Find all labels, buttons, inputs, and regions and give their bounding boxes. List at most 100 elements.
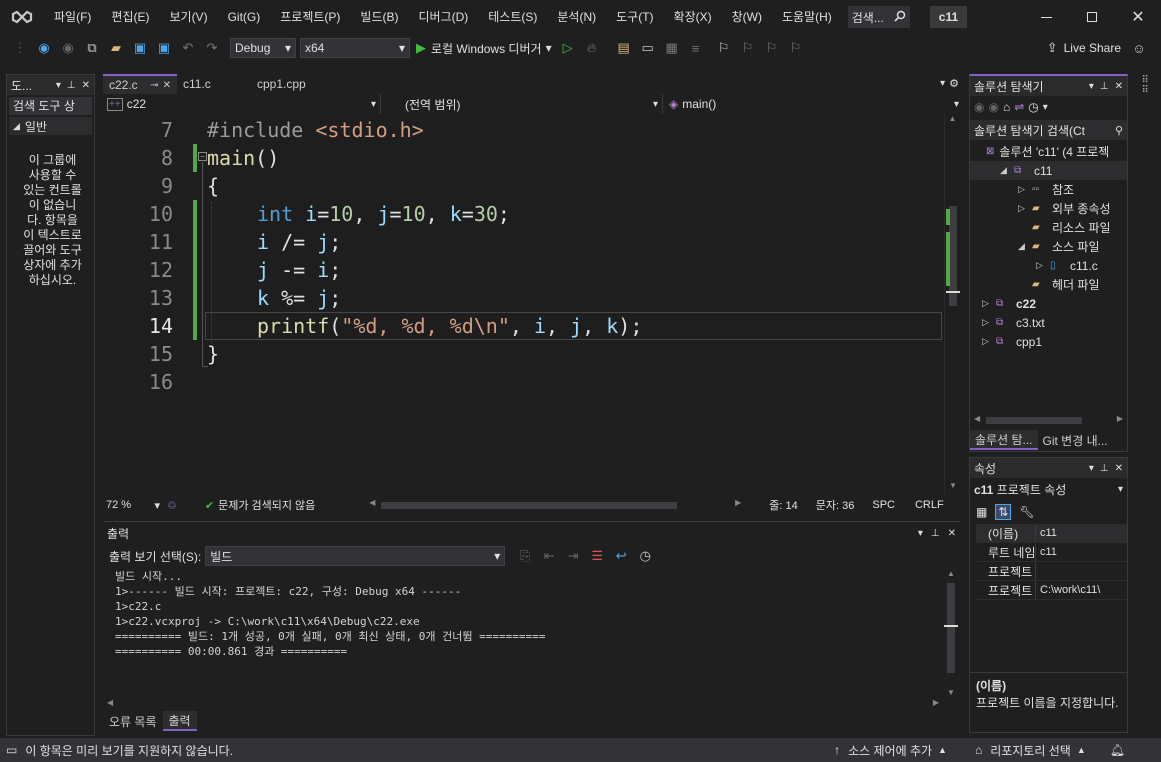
- minimize-icon[interactable]: [1023, 0, 1069, 34]
- close-icon[interactable]: ✕: [1115, 463, 1123, 474]
- expand-icon[interactable]: ◢: [1000, 165, 1014, 176]
- open-folder-icon[interactable]: ▰: [106, 37, 126, 59]
- scroll-left-icon[interactable]: ◀: [369, 498, 375, 507]
- tab-error-list[interactable]: 오류 목록: [103, 711, 163, 731]
- expand-icon[interactable]: ▷: [982, 317, 996, 328]
- tab-output[interactable]: 출력: [162, 711, 197, 731]
- output-vscrollbar[interactable]: ▲ ▼: [944, 569, 958, 697]
- back-icon[interactable]: ◉: [34, 37, 54, 59]
- solution-hscrollbar[interactable]: ◀ ▶: [970, 414, 1127, 426]
- expand-icon[interactable]: ▷: [1018, 203, 1032, 214]
- platform-dropdown[interactable]: x64 ▾: [300, 38, 410, 58]
- issues-status[interactable]: 문제가 검색되지 않음: [218, 497, 315, 513]
- notification-bell-icon[interactable]: 🔔︎: [1110, 743, 1125, 757]
- code-editor[interactable]: 7 8 9 10 11 12 13 14 15 16 − #include <s…: [103, 114, 960, 495]
- search-box[interactable]: 검색...: [847, 6, 910, 28]
- hot-reload-icon[interactable]: 🔥︎: [582, 37, 602, 59]
- copilot-icon[interactable]: ♲: [167, 499, 177, 512]
- scroll-thumb[interactable]: [947, 583, 955, 673]
- tree-item[interactable]: ▷ ⧉ c3.txt: [970, 313, 1127, 332]
- expand-icon[interactable]: ▷: [1036, 260, 1050, 271]
- scroll-right-icon[interactable]: ▶: [735, 498, 741, 507]
- tree-item[interactable]: ▷ ⧉ c22: [970, 294, 1127, 313]
- config-dropdown[interactable]: Debug ▾: [230, 38, 296, 58]
- menu-item[interactable]: 분석(N): [547, 0, 606, 34]
- tab-cpp1[interactable]: cpp1.cpp: [251, 74, 331, 94]
- menu-item[interactable]: 도구(T): [606, 0, 663, 34]
- scope-nav-dropdown[interactable]: (전역 범위) ▾: [381, 94, 663, 114]
- dropdown-icon[interactable]: ▾: [56, 80, 61, 91]
- next-message-icon[interactable]: ⇥: [563, 545, 583, 567]
- menu-item[interactable]: 도움말(H): [772, 0, 842, 34]
- new-item-icon[interactable]: ⧉: [82, 37, 102, 59]
- properties-object-dropdown[interactable]: c11 프로젝트 속성 ▾: [970, 478, 1127, 500]
- close-icon[interactable]: ✕: [1115, 81, 1123, 92]
- menu-item[interactable]: Git(G): [218, 0, 271, 34]
- pin-icon[interactable]: ⊸: [150, 80, 158, 91]
- tree-item[interactable]: ▷ ▰ 외부 종속성: [970, 199, 1127, 218]
- project-nav-dropdown[interactable]: ++ c22 ▾: [103, 94, 381, 114]
- window-layout-icon[interactable]: ▭: [638, 37, 658, 59]
- hscroll-thumb[interactable]: [986, 417, 1082, 424]
- output-hscrollbar[interactable]: ◀ ▶: [107, 698, 939, 710]
- menu-item[interactable]: 창(W): [722, 0, 772, 34]
- tree-item[interactable]: ◢ ▰ 소스 파일: [970, 237, 1127, 256]
- close-window-icon[interactable]: ✕: [1115, 0, 1161, 34]
- member-nav-dropdown[interactable]: ◈ main() ▾: [663, 94, 963, 114]
- chevron-down-icon[interactable]: ▾: [1043, 102, 1048, 113]
- tree-item[interactable]: ▷ ▯ c11.c: [970, 256, 1127, 275]
- output-source-dropdown[interactable]: 빌드 ▾: [205, 546, 506, 566]
- pending-changes-icon[interactable]: ◷: [1028, 100, 1038, 114]
- close-icon[interactable]: ✕: [82, 80, 90, 91]
- bookmark-next-icon[interactable]: ⚐: [762, 37, 782, 59]
- solution-search[interactable]: 솔루션 탐색기 검색(Ct ⚲: [970, 120, 1127, 140]
- tree-item[interactable]: ▰ 헤더 파일: [970, 275, 1127, 294]
- toolbox-search[interactable]: 검색 도구 상: [9, 97, 92, 115]
- timestamp-icon[interactable]: ◷: [635, 545, 655, 567]
- menu-item[interactable]: 프로젝트(P): [270, 0, 350, 34]
- output-text[interactable]: 빌드 시작... 1>------ 빌드 시작: 프로젝트: c22, 구성: …: [115, 569, 935, 659]
- tab-overflow-icon[interactable]: ▾: [940, 74, 945, 94]
- bookmark-clear-icon[interactable]: ⚐: [786, 37, 806, 59]
- pin-icon[interactable]: ⊥: [1100, 463, 1109, 474]
- forward-icon[interactable]: ◉: [58, 37, 78, 59]
- menu-item[interactable]: 빌드(B): [350, 0, 408, 34]
- prev-message-icon[interactable]: ⇤: [539, 545, 559, 567]
- menu-item[interactable]: 확장(X): [664, 0, 722, 34]
- repository-button[interactable]: ⌂ 리포지토리 선택 ▲: [975, 742, 1086, 759]
- run-debugger-button[interactable]: ▶ 로컬 Windows 디버거 ▾: [416, 37, 552, 59]
- undo-icon[interactable]: ↶: [178, 37, 198, 59]
- property-row[interactable]: (이름) c11: [976, 524, 1127, 543]
- property-pages-icon[interactable]: 🔧︎: [1019, 505, 1034, 519]
- settings-icon[interactable]: ⚙: [949, 74, 959, 94]
- forward-icon[interactable]: ◉: [988, 100, 998, 114]
- maximize-icon[interactable]: [1069, 0, 1115, 34]
- switch-views-icon[interactable]: ⇌: [1014, 100, 1024, 114]
- menu-item[interactable]: 편집(E): [101, 0, 159, 34]
- tree-item[interactable]: ▷ ⧉ cpp1: [970, 332, 1127, 351]
- line-ending-indicator[interactable]: CRLF: [915, 499, 944, 511]
- scroll-left-icon[interactable]: ◀: [107, 698, 113, 707]
- tab-c11[interactable]: c11.c: [177, 74, 251, 94]
- alphabetical-icon[interactable]: ⇅: [995, 504, 1012, 520]
- scroll-left-icon[interactable]: ◀: [974, 414, 980, 423]
- feedback-icon[interactable]: ☺: [1129, 37, 1149, 59]
- solution-root[interactable]: ⊠ 솔루션 'c11' (4 프로젝: [970, 142, 1127, 161]
- dropdown-icon[interactable]: ▾: [918, 528, 923, 539]
- home-icon[interactable]: ⌂: [1003, 100, 1010, 114]
- dropdown-icon[interactable]: ▾: [1089, 463, 1094, 474]
- expand-icon[interactable]: ▷: [1018, 184, 1032, 195]
- tree-item[interactable]: ▷ ▫▫ 참조: [970, 180, 1127, 199]
- property-row[interactable]: 루트 네임스 c11: [976, 543, 1127, 562]
- breakpoint-icon[interactable]: ▦: [662, 37, 682, 59]
- tab-c22[interactable]: c22.c ⊸ ✕: [103, 74, 177, 94]
- scroll-down-icon[interactable]: ▼: [944, 688, 958, 697]
- menu-item[interactable]: 디버그(D): [408, 0, 478, 34]
- start-without-debug-icon[interactable]: ▷: [558, 37, 578, 59]
- word-wrap-icon[interactable]: ↩: [611, 545, 631, 567]
- whitespace-indicator[interactable]: SPC: [872, 499, 895, 511]
- categorized-icon[interactable]: ▦: [976, 505, 987, 519]
- back-icon[interactable]: ◉: [974, 100, 984, 114]
- solution-explorer-icon[interactable]: ▤: [614, 37, 634, 59]
- bookmark-prev-icon[interactable]: ⚐: [738, 37, 758, 59]
